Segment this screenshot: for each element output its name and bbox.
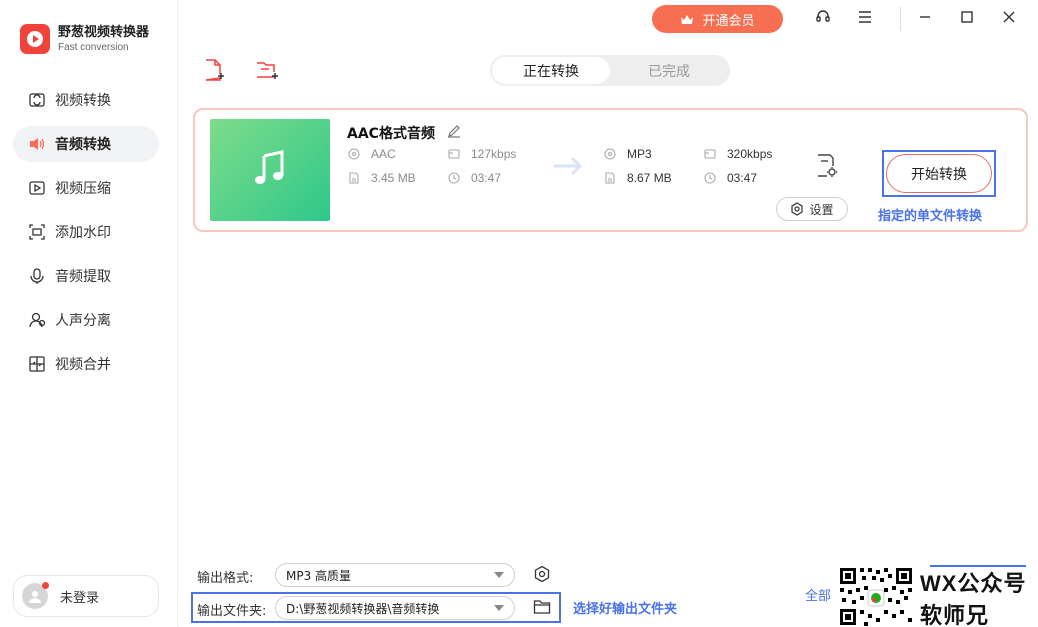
sidebar-item-label: 音频转换 (55, 137, 111, 153)
crown-icon (680, 13, 694, 25)
convert-all-button[interactable]: 全部 (805, 585, 831, 604)
source-size: 3.45 MB (347, 171, 416, 185)
settings-button[interactable]: 设置 (776, 197, 848, 221)
sidebar-item-label: 视频转换 (55, 93, 111, 109)
start-convert-button[interactable]: 开始转换 (886, 154, 992, 193)
vocal-separate-icon (27, 310, 47, 330)
add-folder-icon (255, 62, 279, 86)
single-file-annotation: 指定的单文件转换 (878, 209, 983, 224)
sidebar-item-video-compress[interactable]: 视频压缩 (13, 170, 159, 206)
watermark-icon (27, 222, 47, 242)
audio-extract-icon (27, 266, 47, 286)
vip-label: 开通会员 (702, 13, 755, 29)
menu-icon (858, 11, 872, 27)
sidebar-item-watermark[interactable]: 添加水印 (13, 214, 159, 250)
maximize-button[interactable] (955, 8, 979, 30)
clock-icon (703, 171, 717, 185)
target-bitrate: 320kbps (703, 147, 772, 161)
file-card: AAC格式音频 AAC 127kbps 3.45 MB 03:47 MP3 32… (193, 108, 1028, 232)
video-convert-icon (27, 90, 47, 110)
tab-converting[interactable]: 正在转换 (492, 57, 610, 84)
gear-icon (790, 202, 804, 216)
sidebar: 野葱视频转换器 Fast conversion 视频转换 音频转换 视频压缩 添… (0, 0, 178, 627)
chevron-down-icon (494, 572, 504, 578)
output-folder-label: 输出文件夹: (197, 604, 267, 619)
app-name: 野葱视频转换器 (58, 24, 150, 40)
support-button[interactable] (811, 8, 835, 30)
folder-icon (533, 600, 551, 619)
chevron-down-icon (494, 605, 504, 611)
user-status-label: 未登录 (60, 590, 100, 606)
file-name-row: AAC格式音频 (347, 123, 461, 143)
app-subtitle: Fast conversion (58, 41, 129, 53)
convert-arrow-icon (552, 154, 584, 182)
notification-dot (42, 582, 49, 589)
vip-button[interactable]: 开通会员 (652, 5, 783, 33)
minimize-button[interactable] (913, 8, 937, 30)
music-note-icon (250, 148, 290, 192)
brand: 野葱视频转换器 Fast conversion (20, 24, 149, 54)
target-duration: 03:47 (703, 171, 757, 185)
sidebar-item-vocal-separate[interactable]: 人声分离 (13, 302, 159, 338)
file-size-icon (603, 171, 617, 185)
audio-convert-icon (27, 134, 47, 154)
close-button[interactable] (997, 8, 1021, 30)
open-folder-button[interactable] (533, 599, 551, 619)
source-bitrate: 127kbps (447, 147, 516, 161)
output-format-select[interactable]: MP3 高质量 (275, 563, 515, 587)
sidebar-item-label: 视频合并 (55, 357, 111, 373)
close-icon (1003, 11, 1015, 27)
video-compress-icon (27, 178, 47, 198)
add-file-button[interactable] (202, 58, 226, 86)
tab-completed[interactable]: 已完成 (610, 57, 728, 84)
file-settings-button[interactable] (815, 153, 839, 183)
sidebar-item-label: 添加水印 (55, 225, 111, 241)
format-icon (603, 147, 617, 161)
source-duration: 03:47 (447, 171, 501, 185)
edit-name-button[interactable] (447, 124, 461, 142)
output-format-label: 输出格式: (197, 571, 254, 586)
output-folder-select[interactable]: D:\野葱视频转换器\音频转换 (275, 596, 515, 620)
sidebar-item-video-merge[interactable]: 视频合并 (13, 346, 159, 382)
output-folder-annotation: 选择好输出文件夹 (573, 602, 678, 617)
clock-icon (447, 171, 461, 185)
format-icon (347, 147, 361, 161)
target-size: 8.67 MB (603, 171, 672, 185)
file-name: AAC格式音频 (347, 126, 435, 142)
sidebar-item-video-convert[interactable]: 视频转换 (13, 82, 159, 118)
bitrate-icon (447, 147, 461, 161)
avatar (22, 582, 49, 609)
watermark-line1: WX公众号 (920, 571, 1027, 596)
sidebar-item-audio-extract[interactable]: 音频提取 (13, 258, 159, 294)
sidebar-item-audio-convert[interactable]: 音频转换 (13, 126, 159, 162)
video-merge-icon (27, 354, 47, 374)
format-settings-button[interactable] (533, 565, 551, 587)
sidebar-item-label: 人声分离 (55, 313, 111, 329)
file-size-icon (347, 171, 361, 185)
source-format: AAC (347, 147, 396, 161)
app-logo-icon (20, 24, 50, 54)
audio-thumbnail (210, 119, 330, 221)
watermark-line2: 软师兄 (920, 603, 990, 627)
sidebar-item-label: 视频压缩 (55, 181, 111, 197)
add-file-icon (202, 59, 226, 86)
minimize-icon (919, 11, 931, 27)
sidebar-nav: 视频转换 音频转换 视频压缩 添加水印 音频提取 人声分离 视频合并 (13, 82, 159, 390)
gear-icon (533, 565, 551, 587)
status-tabs: 正在转换 已完成 (490, 55, 730, 86)
titlebar-divider (900, 7, 901, 31)
bitrate-icon (703, 147, 717, 161)
document-gear-icon (815, 154, 839, 183)
add-folder-button[interactable] (255, 58, 279, 86)
maximize-icon (961, 11, 973, 27)
sidebar-item-label: 音频提取 (55, 269, 111, 285)
menu-button[interactable] (853, 8, 877, 30)
headset-icon (815, 9, 831, 29)
qr-code (838, 566, 914, 627)
target-format: MP3 (603, 147, 652, 161)
pencil-icon (447, 124, 461, 142)
user-login-button[interactable]: 未登录 (13, 575, 159, 617)
